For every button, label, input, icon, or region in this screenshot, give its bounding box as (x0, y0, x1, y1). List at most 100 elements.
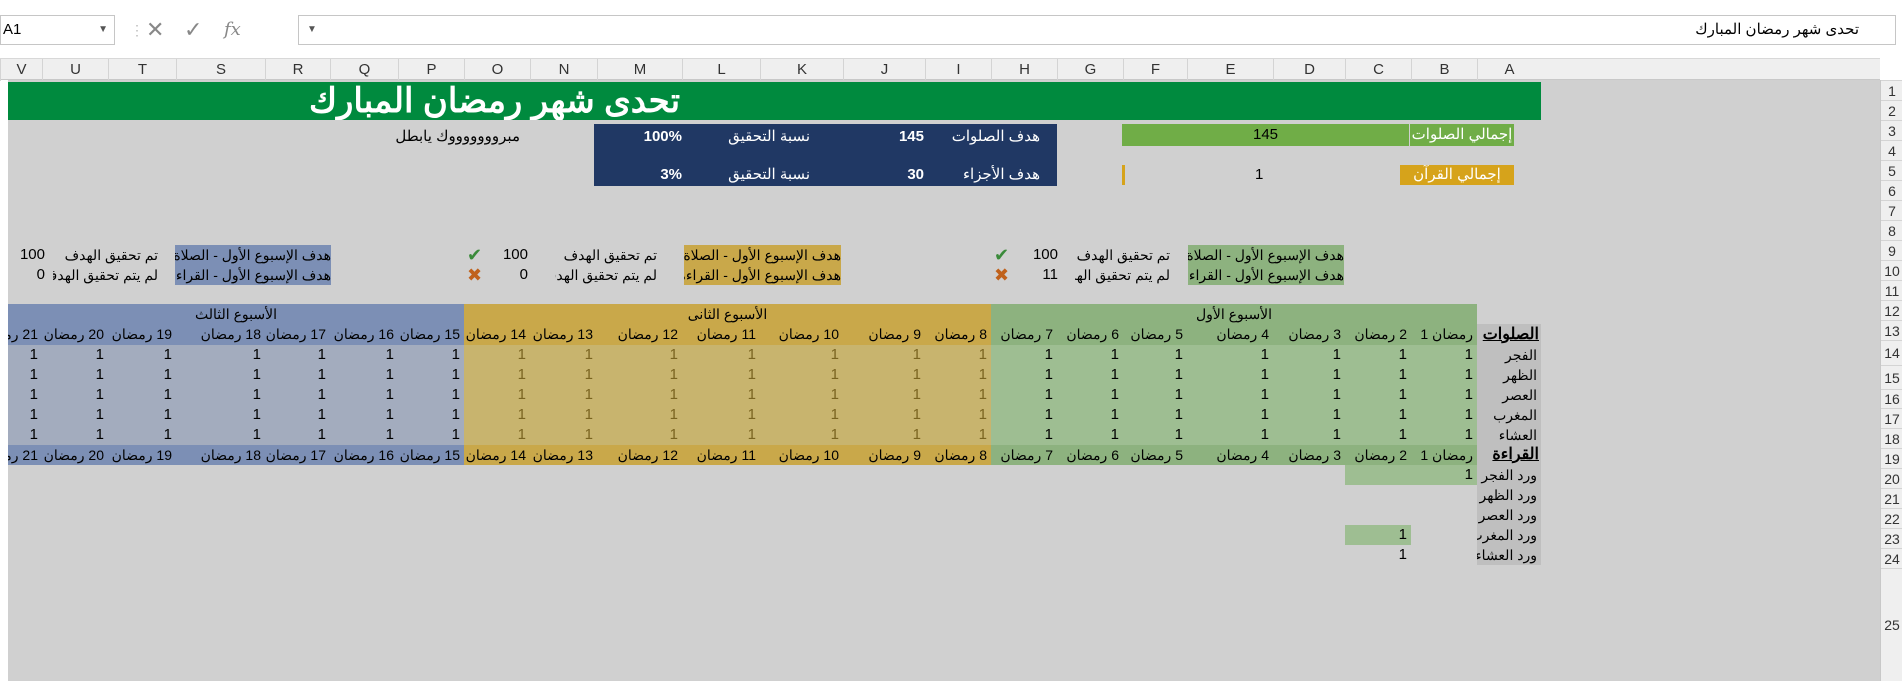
row-header-16[interactable]: 16 (1881, 389, 1902, 408)
goal-done-label: تم تحقيق الهدف (64, 247, 158, 263)
goal-done-value: 100 (502, 246, 528, 263)
column-header-K[interactable]: K (760, 59, 843, 81)
column-header-M[interactable]: M (597, 59, 682, 81)
row-header-15[interactable]: 15 (1881, 365, 1902, 389)
column-header-A[interactable]: A (1477, 59, 1541, 81)
check-icon: ✔ (467, 245, 483, 265)
prayer-cell: 1 (330, 385, 398, 405)
prayer-cell: 1 (398, 345, 464, 365)
row-header-25[interactable]: 25 (1881, 568, 1902, 681)
juz-goal-value: 30 (907, 166, 924, 183)
title-bar: تحدى شهر رمضان المبارك (8, 82, 1541, 120)
row-header-13[interactable]: 13 (1881, 320, 1902, 340)
row-header-21[interactable]: 21 (1881, 488, 1902, 508)
row-header-12[interactable]: 12 (1881, 300, 1902, 320)
row-header-3[interactable]: 3 (1881, 120, 1902, 140)
row-header-11[interactable]: 11 (1881, 280, 1902, 300)
row-header-20[interactable]: 20 (1881, 468, 1902, 488)
column-header-U[interactable]: U (42, 59, 108, 81)
cancel-icon[interactable]: ✕ (146, 15, 164, 45)
column-header-P[interactable]: P (398, 59, 464, 81)
column-header-N[interactable]: N (530, 59, 597, 81)
prayer-cell: 1 (1411, 425, 1477, 445)
prayer-cell: 1 (1057, 425, 1123, 445)
week-header: الأسبوع الأول (991, 304, 1477, 324)
prayer-cell: 1 (1123, 385, 1187, 405)
column-header-L[interactable]: L (682, 59, 760, 81)
column-header-T[interactable]: T (108, 59, 176, 81)
goal-notdone-label: لم يتم تحقيق الهدف (555, 267, 657, 283)
day-header: 15 رمضان (398, 445, 464, 465)
day-header: 10 رمضان (760, 445, 843, 465)
prayer-cell: 1 (398, 385, 464, 405)
column-header-C[interactable]: C (1345, 59, 1411, 81)
prayer-cell: 1 (265, 345, 330, 365)
row-header-4[interactable]: 4 (1881, 140, 1902, 160)
row-header-9[interactable]: 9 (1881, 240, 1902, 260)
column-header-R[interactable]: R (265, 59, 330, 81)
prayer-cell: 1 (176, 365, 265, 385)
prayer-cell: 1 (682, 365, 760, 385)
column-header-I[interactable]: I (925, 59, 991, 81)
column-header-V[interactable]: V (0, 59, 42, 81)
column-header-B[interactable]: B (1411, 59, 1477, 81)
insert-function-icon[interactable]: fx (224, 15, 241, 45)
row-header-24[interactable]: 24 (1881, 548, 1902, 568)
check-icon: ✔ (994, 245, 1010, 265)
prayers-section-label: الصلوات (1477, 324, 1541, 345)
row-header-6[interactable]: 6 (1881, 180, 1902, 200)
prayer-cell: 1 (265, 385, 330, 405)
column-header-G[interactable]: G (1057, 59, 1123, 81)
row-header-1[interactable]: 1 (1881, 80, 1902, 100)
column-header-F[interactable]: F (1123, 59, 1187, 81)
column-header-E[interactable]: E (1187, 59, 1273, 81)
prayer-cell: 1 (1345, 425, 1411, 445)
reading-section-label: القراءة (1477, 445, 1541, 465)
enter-icon[interactable]: ✓ (184, 15, 202, 45)
day-header: رمضان 1 (1411, 445, 1477, 465)
row-header-7[interactable]: 7 (1881, 200, 1902, 220)
prayer-goal-value: 145 (898, 128, 924, 145)
row-header-5[interactable]: 5 (1881, 160, 1902, 180)
prayer-cell: 1 (265, 405, 330, 425)
row-header-8[interactable]: 8 (1881, 220, 1902, 240)
column-header-J[interactable]: J (843, 59, 925, 81)
row-header-10[interactable]: 10 (1881, 260, 1902, 280)
sheet-grid[interactable]: تحدى شهر رمضان المبارك إجمالي الصلوات 145 إ… (8, 80, 1880, 681)
chevron-down-icon[interactable]: ▼ (98, 16, 108, 44)
prayer-cell: 1 (1273, 345, 1345, 365)
row-header-23[interactable]: 23 (1881, 528, 1902, 548)
row-header-19[interactable]: 19 (1881, 448, 1902, 468)
week-goal-reading-label: هدف الإسبوع الأول - القراءة (175, 265, 331, 285)
row-headers: 1 2 3 4 5 6 7 8 9 10 11 12 13 14 15 16 17 18 19 20 21 22 23 24 2… (1880, 80, 1902, 681)
week-goal-prayer-label: هدف الإسبوع الأول - الصلاة (1188, 245, 1344, 265)
prayer-cell: 1 (760, 405, 843, 425)
prayer-cell: 1 (1187, 365, 1273, 385)
day-header: 13 رمضان (530, 324, 597, 345)
name-box[interactable]: A1 ▼ (0, 15, 115, 45)
prayer-cell: 1 (464, 405, 530, 425)
column-header-Q[interactable]: Q (330, 59, 398, 81)
week-goal-reading-label: هدف الإسبوع الأول - القراءة (1188, 265, 1344, 285)
prayer-cell: 1 (330, 365, 398, 385)
row-header-17[interactable]: 17 (1881, 408, 1902, 428)
column-headers: ABCDEFGHIJKLMNOPQRSTUV (0, 58, 1880, 81)
row-header-18[interactable]: 18 (1881, 428, 1902, 448)
day-header: 8 رمضان (925, 324, 991, 345)
column-header-S[interactable]: S (176, 59, 265, 81)
prayer-pct-label: نسبة التحقيق (728, 128, 810, 145)
column-header-O[interactable]: O (464, 59, 530, 81)
formula-input[interactable]: تحدى شهر رمضان المبارك ▼ (298, 15, 1896, 45)
row-header-2[interactable]: 2 (1881, 100, 1902, 120)
row-header-14[interactable]: 14 (1881, 340, 1902, 365)
day-header: 2 رمضان (1345, 445, 1411, 465)
expand-formula-icon[interactable]: ▼ (307, 16, 317, 44)
day-header: 15 رمضان (398, 324, 464, 345)
prayer-cell: 1 (108, 365, 176, 385)
column-header-D[interactable]: D (1273, 59, 1345, 81)
column-header-H[interactable]: H (991, 59, 1057, 81)
day-header: 12 رمضان (597, 445, 682, 465)
row-header-22[interactable]: 22 (1881, 508, 1902, 528)
prayer-cell: 1 (1123, 425, 1187, 445)
prayer-cell: 1 (108, 425, 176, 445)
